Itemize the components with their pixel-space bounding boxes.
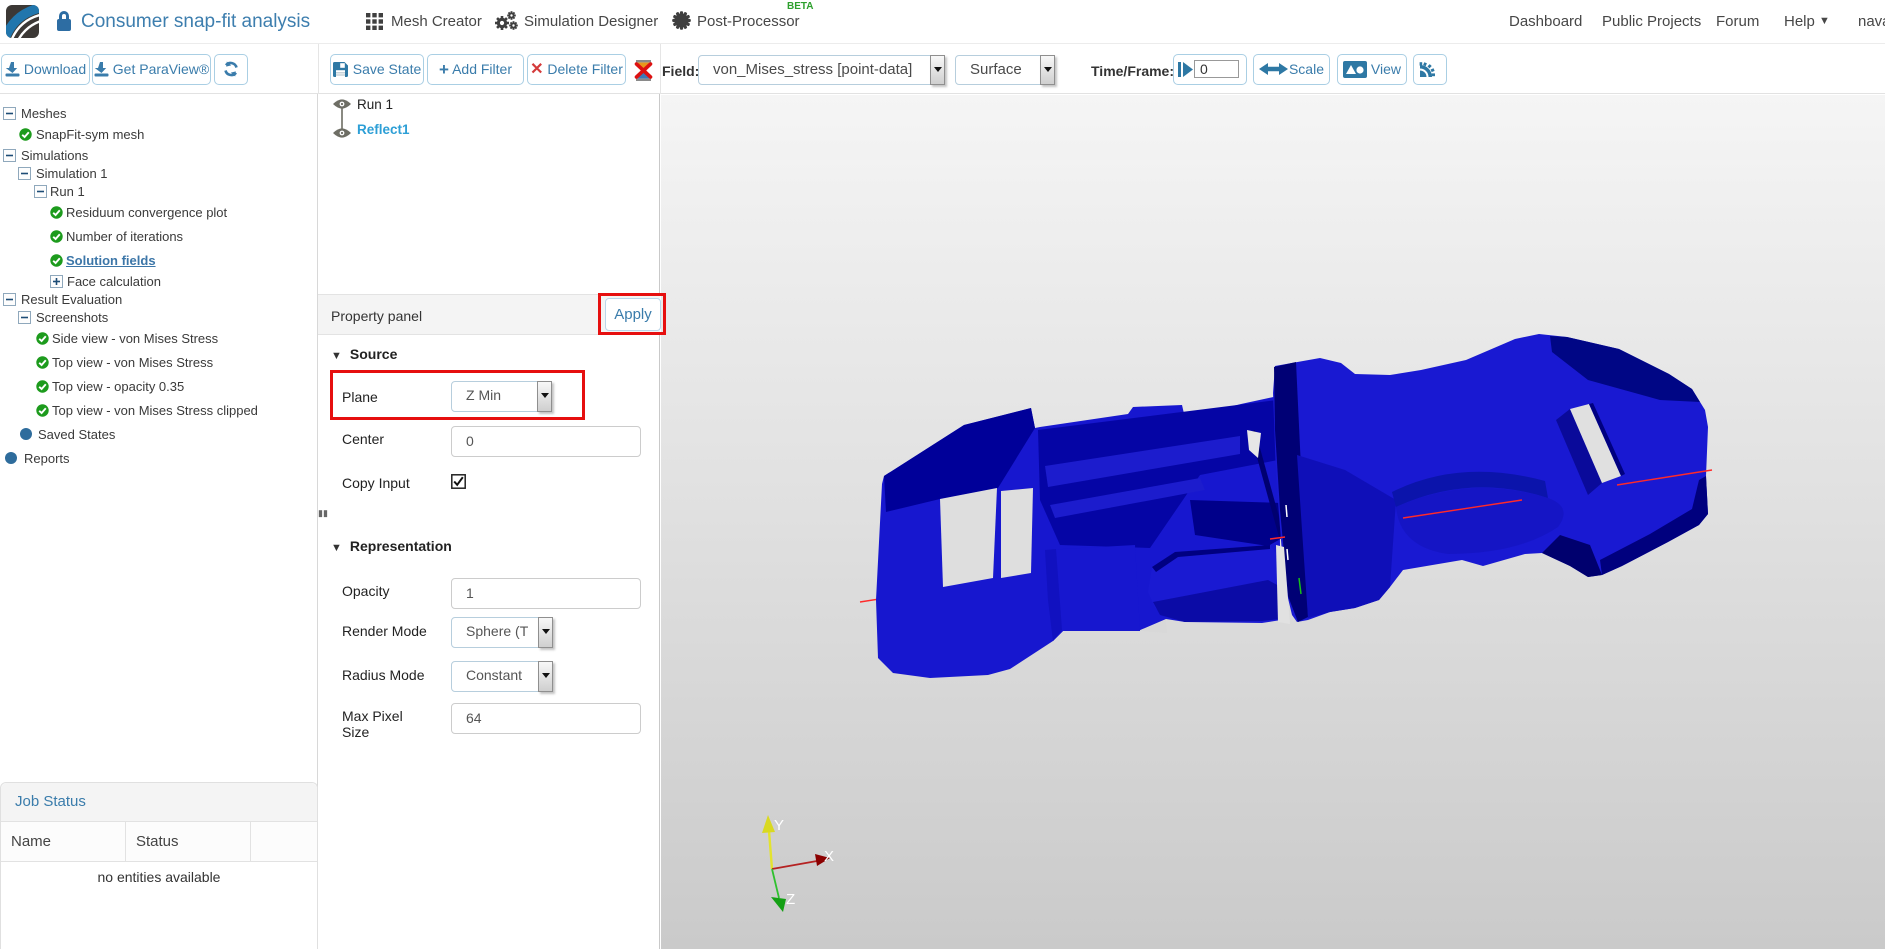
svg-text:X: X xyxy=(824,848,834,865)
svg-text:Z: Z xyxy=(786,891,795,908)
svg-text:Y: Y xyxy=(774,817,784,834)
